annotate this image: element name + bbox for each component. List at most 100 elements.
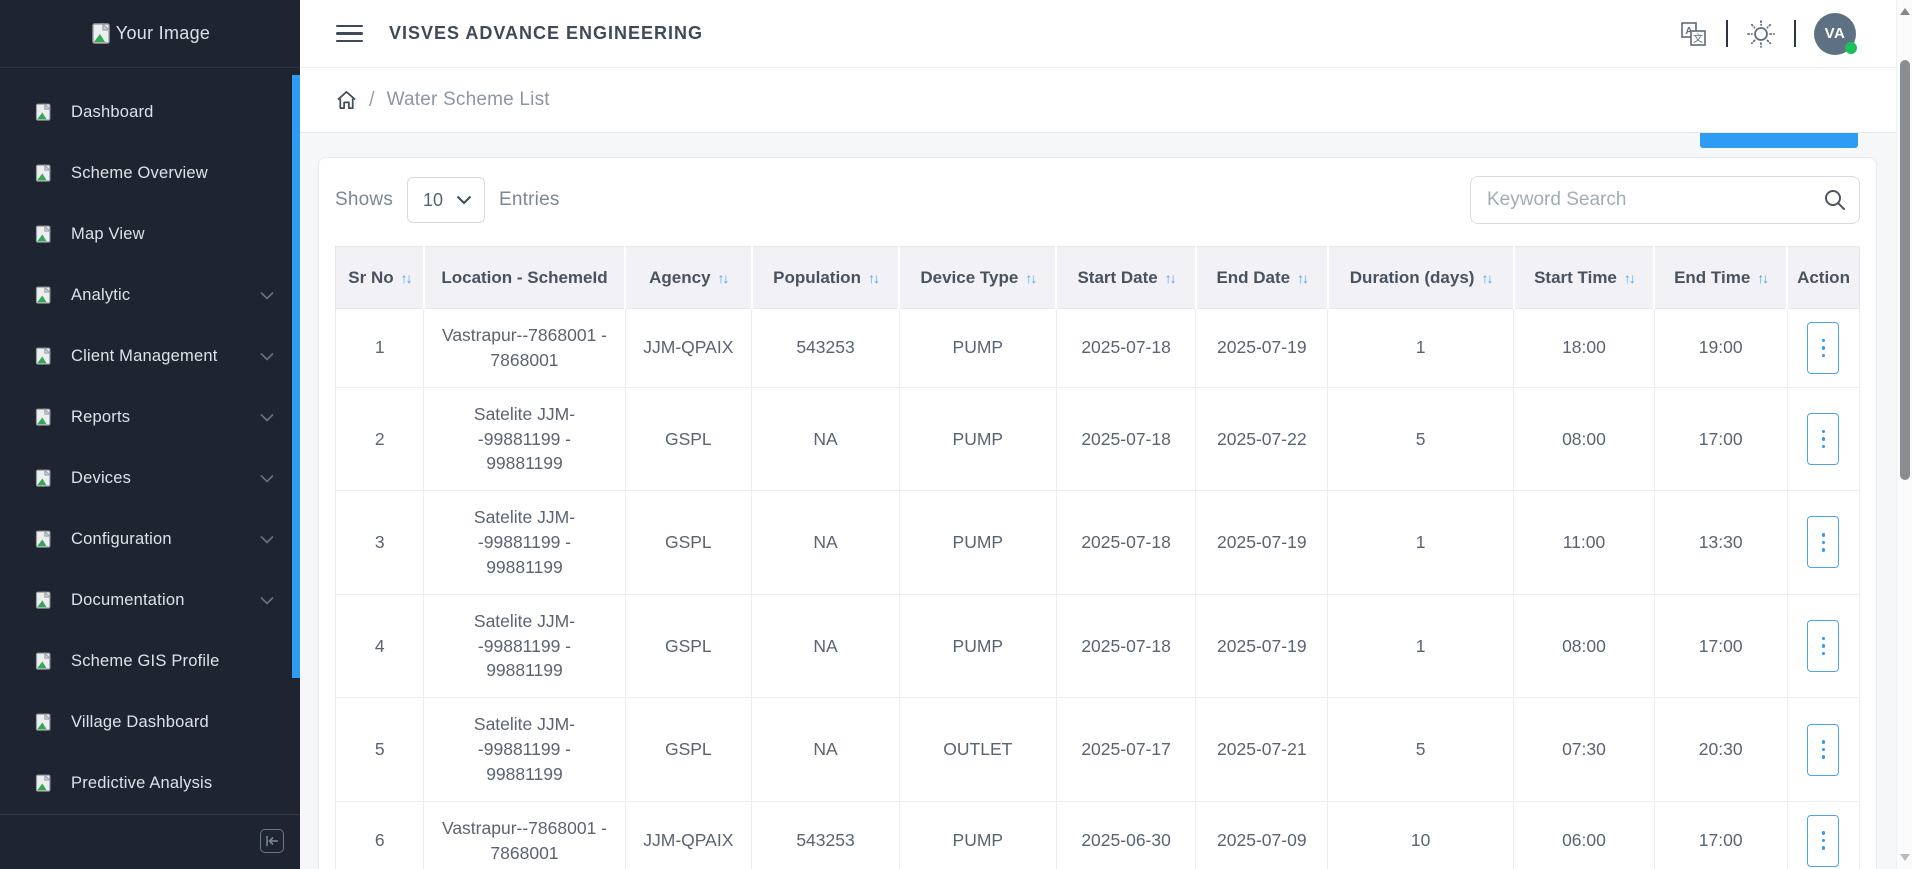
- cell-text: 08:00: [1562, 429, 1606, 449]
- column-header-sr-no[interactable]: Sr No↑↓: [336, 247, 424, 309]
- sidebar-item-reports[interactable]: Reports: [0, 387, 300, 448]
- entries-select[interactable]: 10: [407, 177, 485, 223]
- sidebar-collapse-button[interactable]: [260, 829, 284, 853]
- cell-text: NA: [813, 739, 837, 759]
- broken-image-icon: [34, 347, 54, 366]
- sidebar-item-documentation[interactable]: Documentation: [0, 570, 300, 631]
- sort-arrows-icon[interactable]: ↑↓: [1481, 270, 1491, 286]
- scrollbar-up-arrow[interactable]: [1900, 8, 1910, 15]
- column-header-start-date[interactable]: Start Date↑↓: [1056, 247, 1196, 309]
- sidebar-item-scheme-gis-profile[interactable]: Scheme GIS Profile: [0, 631, 300, 692]
- column-header-end-time[interactable]: End Time↑↓: [1654, 247, 1787, 309]
- sidebar-item-scheme-overview[interactable]: Scheme Overview: [0, 143, 300, 204]
- table-cell: 18:00: [1514, 309, 1655, 388]
- user-avatar[interactable]: VA: [1814, 13, 1856, 55]
- table-cell: 6: [336, 801, 424, 869]
- table-row: 4Satelite JJM--99881199 - 99881199GSPLNA…: [336, 594, 1860, 698]
- broken-image-icon: [34, 652, 54, 671]
- column-header-label: Population: [773, 268, 861, 287]
- cell-location: Satelite JJM--99881199 - 99881199: [424, 594, 625, 698]
- broken-image-icon: [90, 23, 114, 45]
- column-header-population[interactable]: Population ↑↓: [752, 247, 900, 309]
- sidebar-item-analytic[interactable]: Analytic: [0, 265, 300, 326]
- column-header-start-time[interactable]: Start Time ↑↓: [1514, 247, 1655, 309]
- table-cell: PUMP: [899, 387, 1056, 491]
- column-header-action[interactable]: Action: [1787, 247, 1859, 309]
- row-actions-kebab-button[interactable]: [1807, 516, 1839, 568]
- table-cell: PUMP: [899, 594, 1056, 698]
- table-cell: 1: [336, 309, 424, 388]
- sidebar-item-village-dashboard[interactable]: Village Dashboard: [0, 692, 300, 753]
- sidebar-item-label: Documentation: [71, 591, 243, 610]
- sort-arrows-icon[interactable]: ↑↓: [1165, 270, 1175, 286]
- table-cell: 1: [1328, 594, 1514, 698]
- sidebar-item-map-view[interactable]: Map View: [0, 204, 300, 265]
- row-actions-kebab-button[interactable]: [1807, 322, 1839, 374]
- cell-text: 2025-07-22: [1217, 429, 1307, 449]
- table-row: 2Satelite JJM--99881199 - 99881199GSPLNA…: [336, 387, 1860, 491]
- sort-arrows-icon[interactable]: ↑↓: [1297, 270, 1307, 286]
- sidebar-item-label: Scheme Overview: [71, 164, 274, 183]
- cell-text: 18:00: [1562, 337, 1606, 357]
- cell-text: JJM-QPAIX: [643, 830, 733, 850]
- cell-text: 20:30: [1699, 739, 1743, 759]
- column-header-label: Location - SchemeId: [441, 268, 607, 287]
- add-button-clipped[interactable]: [1700, 133, 1858, 148]
- translate-button[interactable]: A 文: [1680, 21, 1708, 47]
- chevron-down-icon: [260, 596, 274, 605]
- sidebar-item-predictive-analysis[interactable]: Predictive Analysis: [0, 753, 300, 814]
- column-header-agency[interactable]: Agency↑↓: [625, 247, 752, 309]
- column-header-location-schemeid[interactable]: Location - SchemeId: [424, 247, 625, 309]
- table-cell: 2025-06-30: [1056, 801, 1196, 869]
- column-header-label: Start Time: [1534, 268, 1617, 287]
- cell-text: 2025-07-18: [1081, 429, 1171, 449]
- sidebar-item-configuration[interactable]: Configuration: [0, 509, 300, 570]
- shows-label: Shows: [335, 189, 393, 211]
- column-header-device-type[interactable]: Device Type↑↓: [899, 247, 1056, 309]
- scrollbar-down-arrow[interactable]: [1900, 854, 1910, 861]
- sort-arrows-icon[interactable]: ↑↓: [1624, 270, 1634, 286]
- column-header-duration-days[interactable]: Duration (days)↑↓: [1328, 247, 1514, 309]
- chevron-down-icon: [260, 291, 274, 300]
- cell-text: NA: [813, 532, 837, 552]
- search-icon[interactable]: [1823, 188, 1847, 212]
- sort-arrows-icon[interactable]: ↑↓: [1757, 270, 1767, 286]
- sort-arrows-icon[interactable]: ↑↓: [401, 270, 411, 286]
- row-actions-kebab-button[interactable]: [1807, 620, 1839, 672]
- svg-text:文: 文: [1693, 32, 1703, 45]
- sidebar-item-dashboard[interactable]: Dashboard: [0, 82, 300, 143]
- sidebar-item-label: Scheme GIS Profile: [71, 652, 274, 671]
- row-actions-kebab-button[interactable]: [1807, 815, 1839, 867]
- row-actions-kebab-button[interactable]: [1807, 724, 1839, 776]
- hamburger-menu-icon[interactable]: [336, 25, 363, 43]
- sidebar-scrollbar-thumb[interactable]: [292, 75, 300, 678]
- sidebar-item-devices[interactable]: Devices: [0, 448, 300, 509]
- theme-toggle-button[interactable]: [1746, 19, 1776, 49]
- column-header-end-date[interactable]: End Date↑↓: [1196, 247, 1328, 309]
- table-cell: 2025-07-17: [1056, 698, 1196, 802]
- page-scrollbar[interactable]: [1896, 0, 1912, 869]
- cell-text: 2025-06-30: [1081, 830, 1171, 850]
- table-cell: 4: [336, 594, 424, 698]
- table-cell: 5: [1328, 698, 1514, 802]
- search-input[interactable]: [1470, 176, 1860, 224]
- topbar-divider: [1726, 20, 1728, 47]
- sort-arrows-icon[interactable]: ↑↓: [868, 270, 878, 286]
- sort-arrows-icon[interactable]: ↑↓: [718, 270, 728, 286]
- table-cell: PUMP: [899, 309, 1056, 388]
- sidebar-item-client-management[interactable]: Client Management: [0, 326, 300, 387]
- sidebar-item-label: Analytic: [71, 286, 243, 305]
- sidebar-item-label: Reports: [71, 408, 243, 427]
- logo-area[interactable]: Your Image: [0, 0, 300, 68]
- cell-text: Satelite JJM--99881199 - 99881199: [474, 507, 575, 577]
- table-cell: 17:00: [1654, 387, 1787, 491]
- app-title: VISVES ADVANCE ENGINEERING: [389, 23, 703, 44]
- scrollbar-thumb[interactable]: [1900, 60, 1910, 480]
- cell-text: Vastrapur--7868001 - 7868001: [442, 325, 607, 370]
- cell-location: Satelite JJM--99881199 - 99881199: [424, 387, 625, 491]
- home-icon[interactable]: [336, 90, 357, 111]
- sort-arrows-icon[interactable]: ↑↓: [1025, 270, 1035, 286]
- row-actions-kebab-button[interactable]: [1807, 413, 1839, 465]
- broken-image-icon: [34, 408, 54, 427]
- cell-text: Satelite JJM--99881199 - 99881199: [474, 404, 575, 474]
